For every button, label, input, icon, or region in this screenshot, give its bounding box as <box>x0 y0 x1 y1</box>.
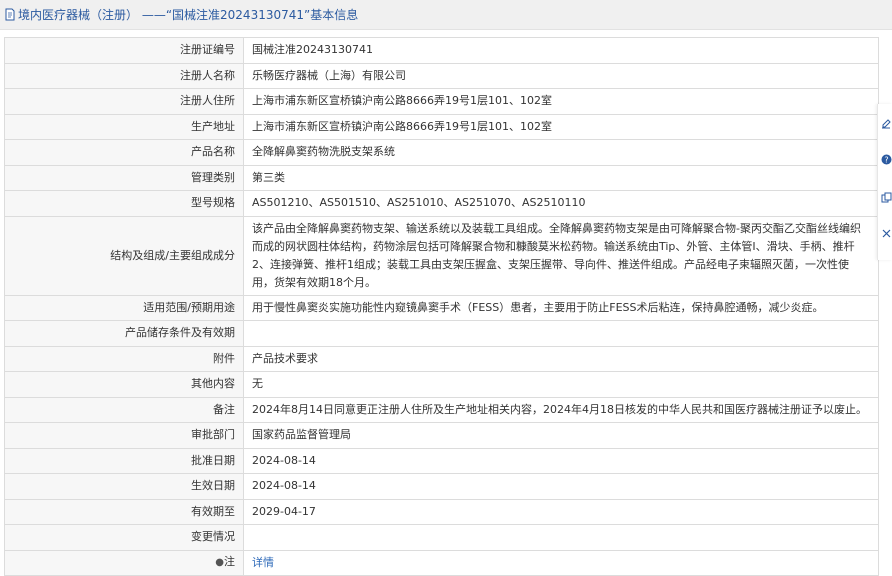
row-value: 全降解鼻窦药物洗脱支架系统 <box>243 139 879 166</box>
row-label: 变更情况 <box>4 524 244 551</box>
row-label: 注册人名称 <box>4 62 244 89</box>
row-value: 2024-08-14 <box>243 447 879 474</box>
svg-text:?: ? <box>884 155 888 164</box>
row-label: 管理类别 <box>4 164 244 191</box>
row-label: 生效日期 <box>4 473 244 500</box>
row-value: 乐畅医疗器械（上海）有限公司 <box>243 62 879 89</box>
row-value: 2024年8月14日同意更正注册人住所及生产地址相关内容，2024年4月18日核… <box>243 396 879 423</box>
row-label: 附件 <box>4 345 244 372</box>
row-label: 型号规格 <box>4 190 244 217</box>
row-label: 注册证编号 <box>4 37 244 64</box>
row-label: 结构及组成/主要组成成分 <box>4 215 244 296</box>
row-value: 产品技术要求 <box>243 345 879 372</box>
table-row: 注册证编号 国械注准20243130741 <box>4 37 879 64</box>
row-label: 批准日期 <box>4 447 244 474</box>
row-label: 产品储存条件及有效期 <box>4 320 244 347</box>
row-value: 国家药品监督管理局 <box>243 422 879 449</box>
lightbulb-icon: ● <box>215 557 224 569</box>
table-row: 生产地址 上海市浦东新区宣桥镇沪南公路8666弄19号1层101、102室 <box>4 113 879 140</box>
document-icon <box>5 8 15 21</box>
page-header: 境内医疗器械（注册） ——“国械注准20243130741”基本信息 <box>0 0 892 30</box>
close-icon[interactable] <box>880 226 892 240</box>
row-label: 适用范围/预期用途 <box>4 294 244 321</box>
row-value: 上海市浦东新区宣桥镇沪南公路8666弄19号1层101、102室 <box>243 113 879 140</box>
row-value <box>243 524 879 551</box>
row-label: 备注 <box>4 396 244 423</box>
table-row: 有效期至 2029-04-17 <box>4 498 879 525</box>
row-value: 第三类 <box>243 164 879 191</box>
table-row: 适用范围/预期用途 用于慢性鼻窦炎实施功能性内窥镜鼻窦手术（FESS）患者，主要… <box>4 294 879 321</box>
row-value: 国械注准20243130741 <box>243 37 879 64</box>
table-row: 附件 产品技术要求 <box>4 345 879 372</box>
table-row: 产品名称 全降解鼻窦药物洗脱支架系统 <box>4 139 879 166</box>
row-value: 上海市浦东新区宣桥镇沪南公路8666弄19号1层101、102室 <box>243 88 879 115</box>
row-value <box>243 320 879 347</box>
row-label: 其他内容 <box>4 371 244 398</box>
row-label: 产品名称 <box>4 139 244 166</box>
row-value: 无 <box>243 371 879 398</box>
row-value: 用于慢性鼻窦炎实施功能性内窥镜鼻窦手术（FESS）患者，主要用于防止FESS术后… <box>243 294 879 321</box>
row-label: 生产地址 <box>4 113 244 140</box>
table-row: 变更情况 <box>4 524 879 551</box>
table-row: 型号规格 AS501210、AS501510、AS251010、AS251070… <box>4 190 879 217</box>
table-row: 管理类别 第三类 <box>4 164 879 191</box>
table-row: 备注 2024年8月14日同意更正注册人住所及生产地址相关内容，2024年4月1… <box>4 396 879 423</box>
row-label: 有效期至 <box>4 498 244 525</box>
table-row: 生效日期 2024-08-14 <box>4 473 879 500</box>
page-title: 境内医疗器械（注册） ——“国械注准20243130741”基本信息 <box>18 8 359 22</box>
help-icon[interactable]: ? <box>880 152 892 166</box>
row-label: 注册人住所 <box>4 88 244 115</box>
edit-icon[interactable] <box>880 116 892 130</box>
row-value: 2024-08-14 <box>243 473 879 500</box>
table-row: 结构及组成/主要组成成分 该产品由全降解鼻窦药物支架、输送系统以及装载工具组成。… <box>4 215 879 296</box>
row-label: 审批部门 <box>4 422 244 449</box>
row-value: AS501210、AS501510、AS251010、AS251070、AS25… <box>243 190 879 217</box>
table-row: 注册人住所 上海市浦东新区宣桥镇沪南公路8666弄19号1层101、102室 <box>4 88 879 115</box>
table-row: 产品储存条件及有效期 <box>4 320 879 347</box>
details-link[interactable]: 详情 <box>252 556 274 569</box>
row-value: 该产品由全降解鼻窦药物支架、输送系统以及装载工具组成。全降解鼻窦药物支架是由可降… <box>243 215 879 296</box>
table-row: 批准日期 2024-08-14 <box>4 447 879 474</box>
row-value: 2029-04-17 <box>243 498 879 525</box>
table-row: 审批部门 国家药品监督管理局 <box>4 422 879 449</box>
table-row: 其他内容 无 <box>4 371 879 398</box>
info-table: 注册证编号 国械注准20243130741 注册人名称 乐畅医疗器械（上海）有限… <box>4 37 879 576</box>
table-row: 注册人名称 乐畅医疗器械（上海）有限公司 <box>4 62 879 89</box>
copy-icon[interactable] <box>880 190 892 204</box>
row-label: 注 <box>224 555 235 569</box>
side-toolbar: ? <box>877 104 892 260</box>
